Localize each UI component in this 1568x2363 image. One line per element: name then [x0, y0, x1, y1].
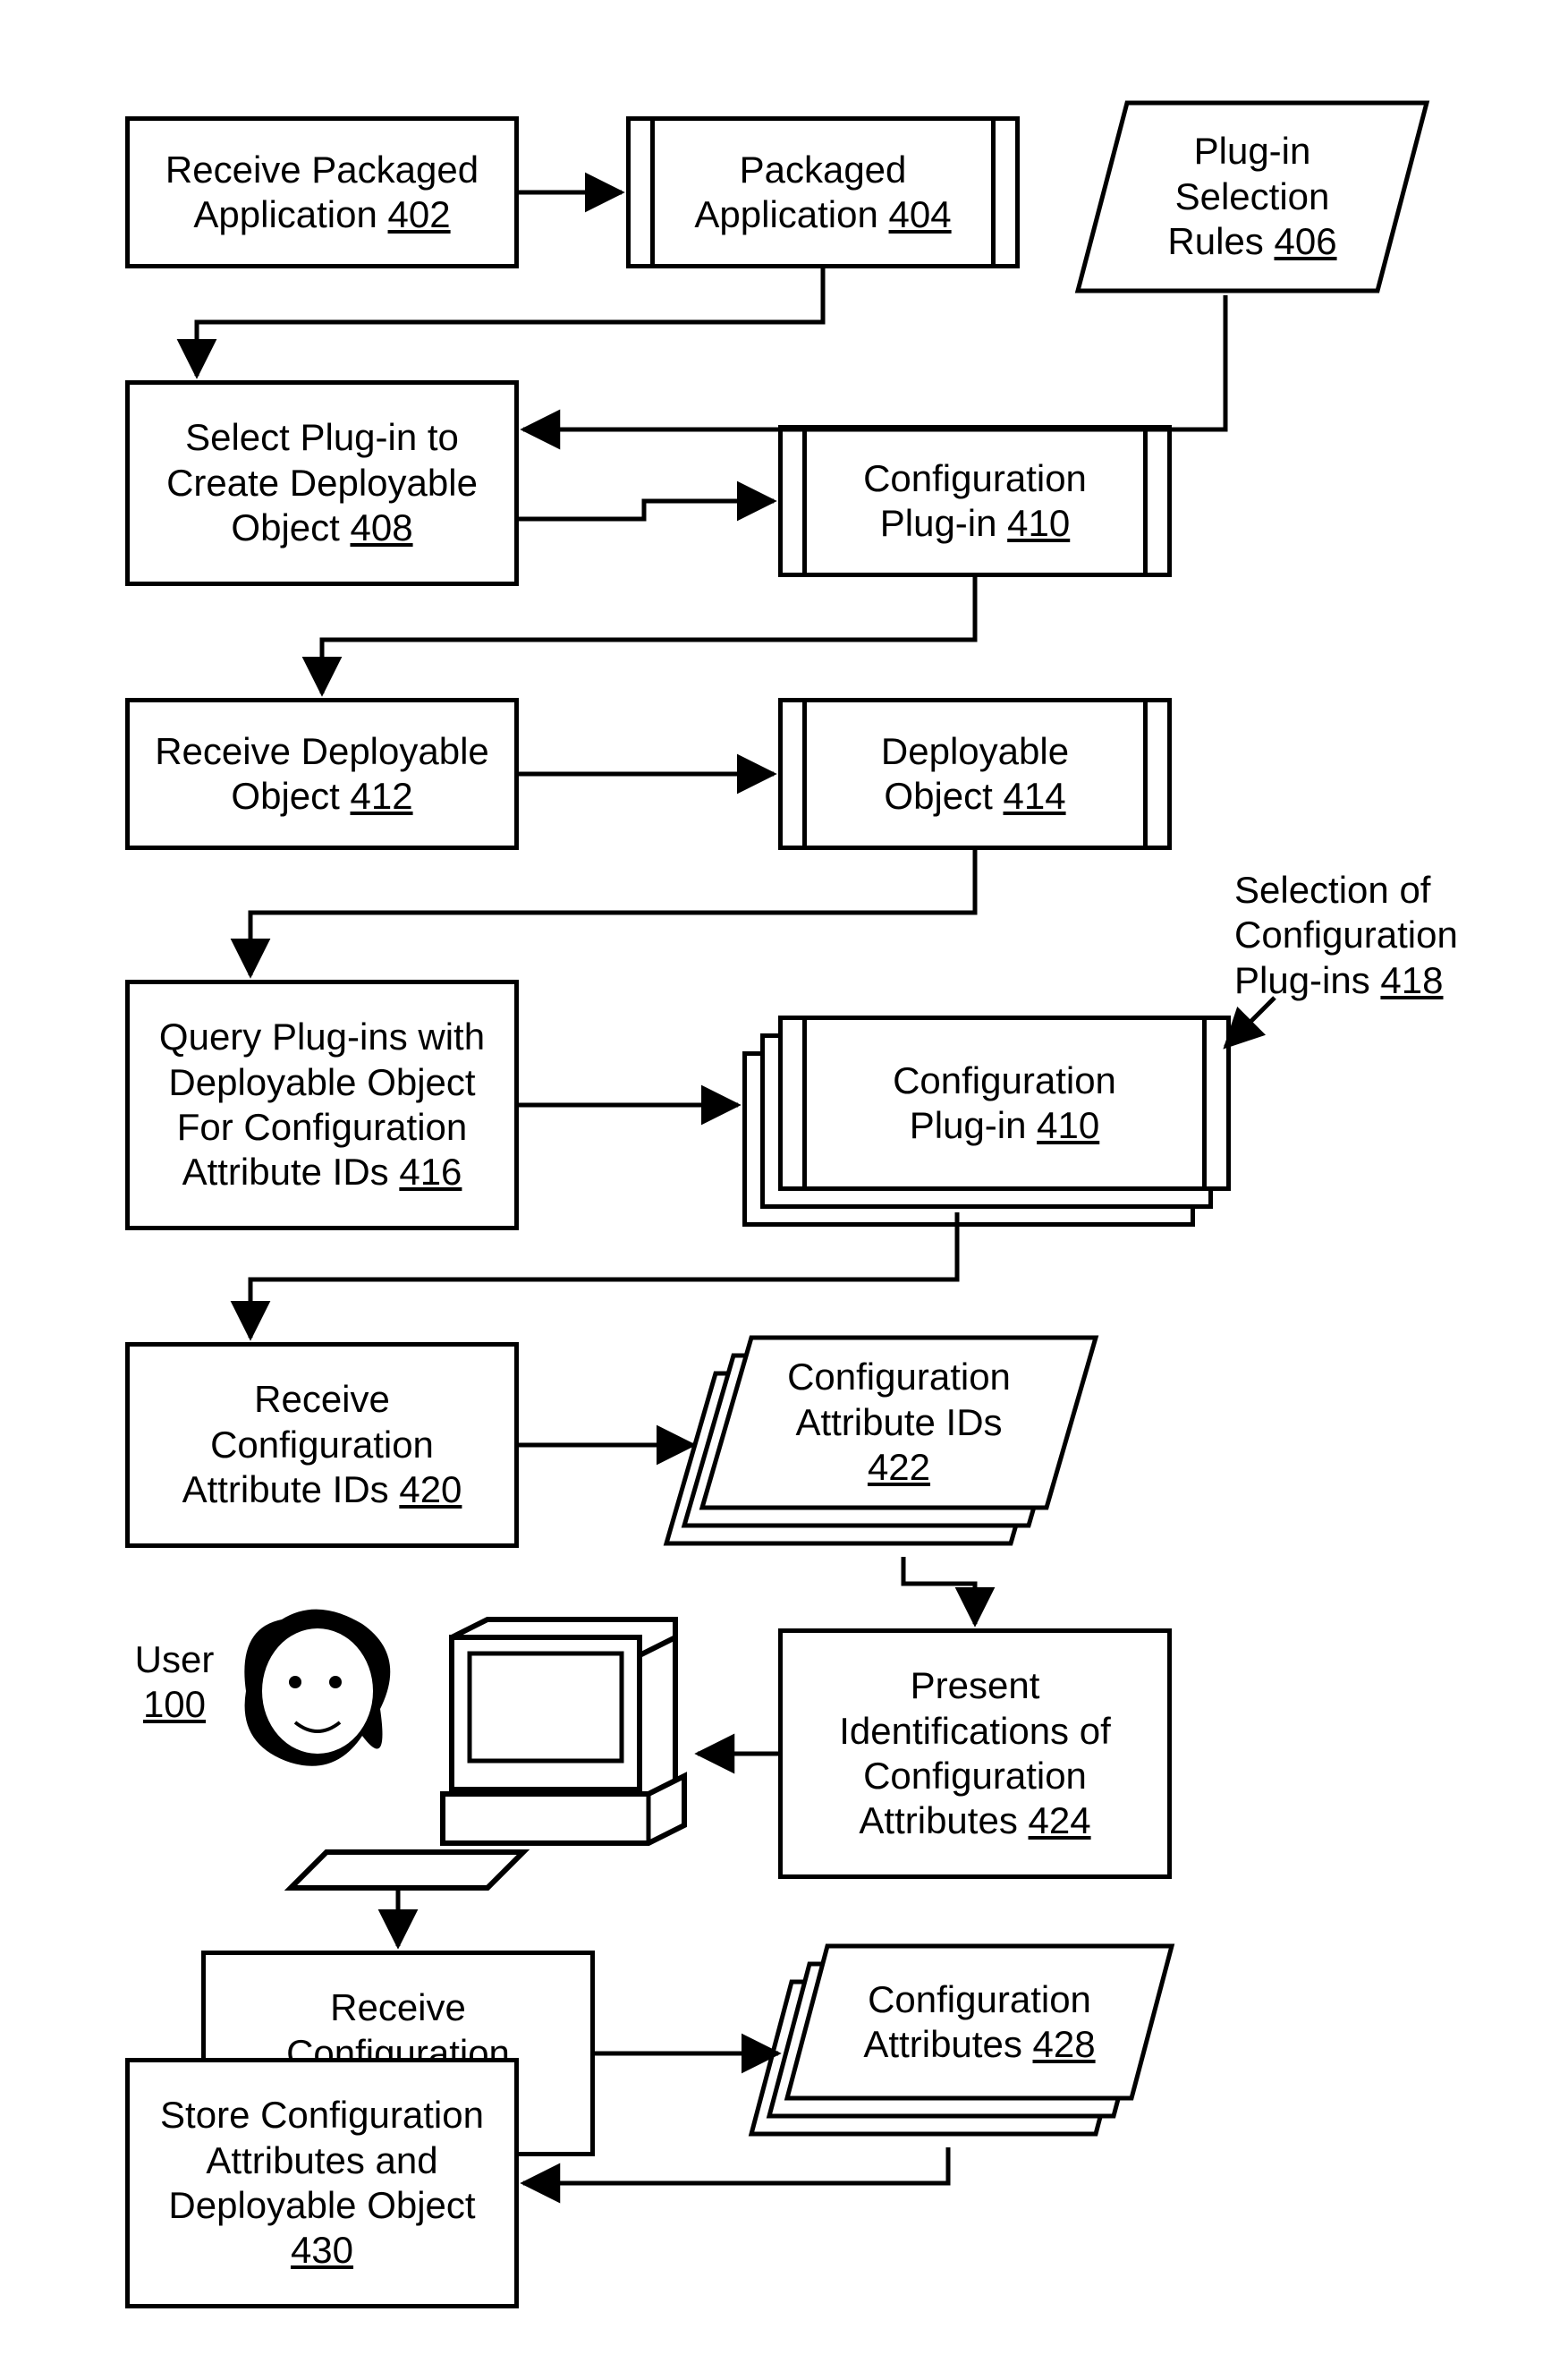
t: Configuration [868, 1978, 1091, 2020]
t: Store Configuration [160, 2094, 484, 2136]
t: Object [231, 506, 339, 548]
ref: 420 [399, 1468, 462, 1510]
t: Deployable [881, 730, 1069, 772]
t: For Configuration [177, 1106, 468, 1148]
t: Selection of [1234, 869, 1430, 911]
t: Receive Packaged [165, 149, 479, 191]
module-configuration-plugin-stack: Configuration Plug-in 410 [742, 980, 1208, 1212]
t: Configuration [210, 1424, 434, 1466]
ref: 424 [1029, 1799, 1091, 1841]
t: Object [231, 775, 339, 817]
ref: 430 [291, 2229, 353, 2271]
t: Configuration [787, 1356, 1011, 1398]
process-receive-packaged-application: Receive Packaged Application 402 [125, 116, 519, 268]
t: Present [911, 1664, 1040, 1706]
data-deployable-object: Deployable Object 414 [778, 698, 1172, 850]
t: Identifications of [839, 1710, 1111, 1752]
ref: 100 [143, 1683, 206, 1725]
t: Configuration [863, 457, 1087, 499]
ref: 414 [1003, 775, 1065, 817]
t: Selection [1175, 175, 1330, 217]
ref: 404 [889, 193, 952, 235]
ref: 428 [1033, 2023, 1096, 2065]
t: Rules [1167, 220, 1263, 262]
process-receive-deployable-object: Receive Deployable Object 412 [125, 698, 519, 850]
t: Configuration [1234, 914, 1458, 956]
process-select-plugin-create-deployable: Select Plug-in to Create Deployable Obje… [125, 380, 519, 586]
t: Packaged [740, 149, 907, 191]
t: Attributes and [206, 2139, 437, 2181]
process-present-identifications: Present Identifications of Configuration… [778, 1628, 1172, 1879]
process-query-plugins: Query Plug-ins with Deployable Object Fo… [125, 980, 519, 1230]
t: Select Plug-in to [185, 416, 459, 458]
t: Plug-ins [1234, 959, 1370, 1001]
t: Receive [254, 1378, 390, 1420]
label-user: User 100 [103, 1637, 246, 1728]
process-store-config-and-deployable: Store Configuration Attributes and Deplo… [125, 2058, 519, 2308]
ref: 402 [388, 193, 451, 235]
t: Application [193, 193, 377, 235]
data-config-attrs: Configuration Attributes 428 [742, 1928, 1190, 2152]
t: Plug-in [910, 1104, 1027, 1146]
ref: 408 [350, 506, 412, 548]
t: Attribute IDs [182, 1151, 389, 1193]
t: Query Plug-ins with [159, 1016, 485, 1058]
process-receive-config-attr-ids: Receive Configuration Attribute IDs 420 [125, 1342, 519, 1548]
data-plugin-selection-rules: Plug-in Selection Rules 406 [1073, 98, 1431, 295]
t: Plug-in [1194, 130, 1311, 172]
t: Configuration [893, 1059, 1116, 1101]
ref: 418 [1380, 959, 1443, 1001]
callout-selection-of-plugins: Selection of Configuration Plug-ins 418 [1234, 868, 1530, 1003]
icon-user-at-computer [228, 1602, 693, 1897]
t: User [135, 1638, 215, 1680]
diagram-canvas: Receive Packaged Application 402 Package… [0, 0, 1568, 2363]
ref: 410 [1007, 502, 1070, 544]
t: Attributes [863, 2023, 1021, 2065]
ref: 422 [868, 1446, 930, 1488]
t: Receive Deployable [155, 730, 489, 772]
t: Deployable Object [168, 2184, 475, 2226]
ref: 412 [350, 775, 412, 817]
t: Object [884, 775, 992, 817]
t: Attribute IDs [795, 1401, 1002, 1443]
ref: 416 [399, 1151, 462, 1193]
ref: 406 [1274, 220, 1336, 262]
t: Plug-in [880, 502, 997, 544]
t: Attribute IDs [182, 1468, 389, 1510]
t: Attributes [859, 1799, 1017, 1841]
t: Receive [330, 1986, 466, 2028]
t: Application [694, 193, 877, 235]
t: Configuration [863, 1755, 1087, 1797]
ref: 410 [1037, 1104, 1099, 1146]
module-configuration-plugin-a: Configuration Plug-in 410 [778, 425, 1172, 577]
data-packaged-application: Packaged Application 404 [626, 116, 1020, 268]
data-config-attr-ids: Configuration Attribute IDs 422 [662, 1315, 1109, 1566]
t: Deployable Object [168, 1061, 475, 1103]
t: Create Deployable [166, 462, 478, 504]
